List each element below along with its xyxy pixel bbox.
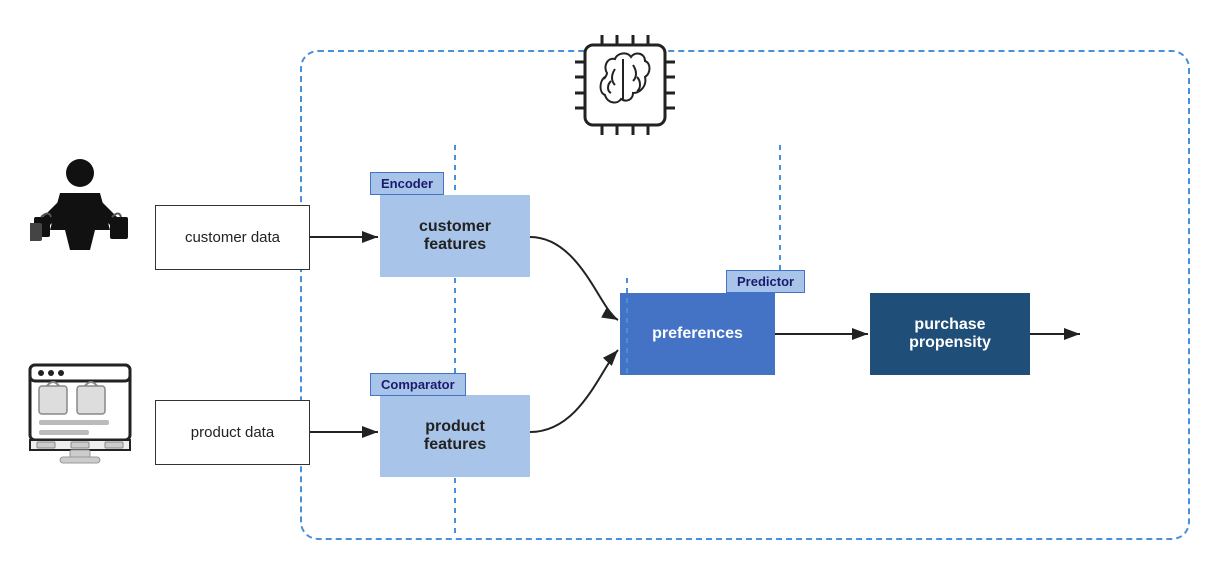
predictor-badge: Predictor [726,270,805,293]
diagram-container: customer data product data customerfeatu… [0,0,1224,585]
product-features-box: productfeatures [380,395,530,477]
product-website-icon [25,360,135,470]
customer-features-box: customerfeatures [380,195,530,277]
brain-chip-icon [570,30,680,140]
purchase-propensity-box: purchasepropensity [870,293,1030,375]
preferences-box: preferences [620,293,775,375]
comparator-badge: Comparator [370,373,466,396]
customer-person-icon [30,155,130,265]
encoder-badge: Encoder [370,172,444,195]
product-data-box: product data [155,400,310,465]
customer-data-box: customer data [155,205,310,270]
